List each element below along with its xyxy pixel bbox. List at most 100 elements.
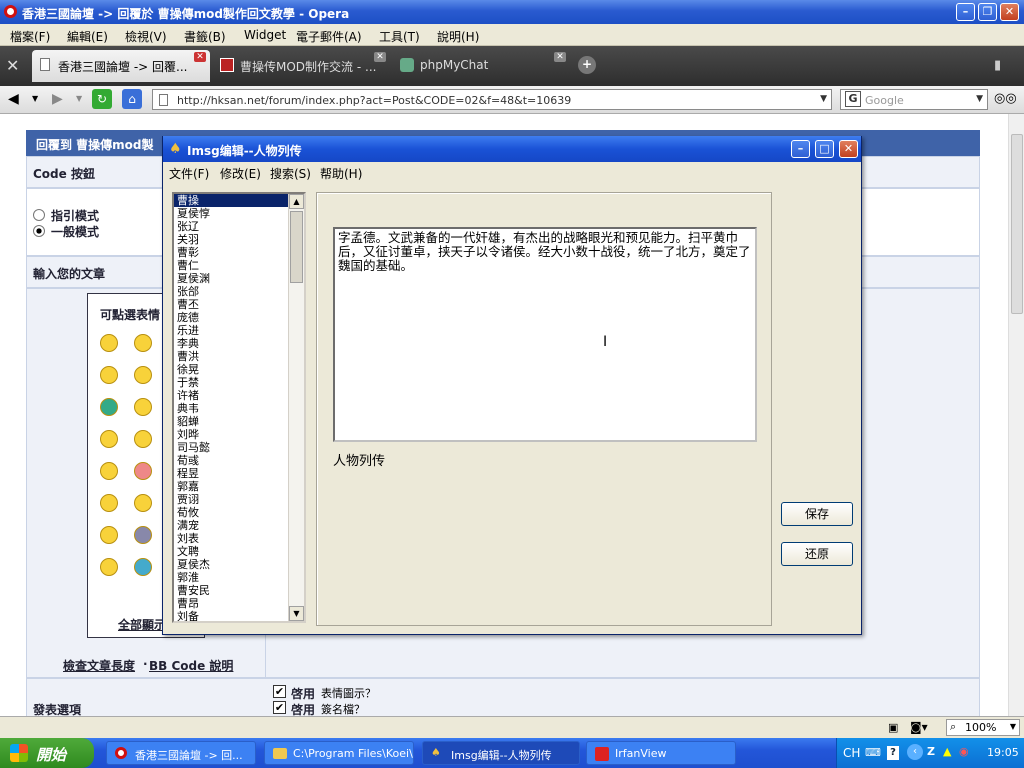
smile-icon[interactable] bbox=[134, 366, 152, 384]
tab-phpmychat[interactable]: phpMyChat ✕ bbox=[392, 50, 570, 82]
forward-history-icon[interactable]: ▼ bbox=[76, 94, 82, 103]
radio-normal[interactable] bbox=[33, 225, 45, 237]
page-scrollbar[interactable] bbox=[1008, 114, 1024, 716]
smile-icon[interactable] bbox=[134, 494, 152, 512]
grin-icon[interactable] bbox=[100, 398, 118, 416]
cold-icon[interactable] bbox=[134, 526, 152, 544]
trash-icon[interactable]: ▮ bbox=[994, 58, 1001, 73]
dialog-menu-file[interactable]: 文件(F) bbox=[169, 165, 209, 182]
dialog-close-button[interactable]: ✕ bbox=[839, 140, 858, 158]
biography-textarea[interactable]: 字孟德。文武兼备的一代奸雄，有杰出的战略眼光和预见能力。扫平黄巾后，又征讨董卓，… bbox=[333, 227, 757, 442]
character-list-item[interactable]: 曹洪 bbox=[174, 350, 304, 363]
restore-button-dialog[interactable]: 还原 bbox=[781, 542, 853, 566]
smile-icon[interactable] bbox=[100, 526, 118, 544]
mixer-icon[interactable]: ◉ bbox=[959, 745, 969, 758]
smile-icon[interactable] bbox=[100, 462, 118, 480]
character-list[interactable]: 曹操 夏侯惇 张辽 关羽 曹彰 曹仁 夏侯渊 张郃 曹丕 庞德 乐进 李典 曹洪 徐晃 于禁 许褚 典韦 貂蝉 刘晔… bbox=[172, 192, 306, 623]
help-icon[interactable]: ? bbox=[887, 746, 899, 760]
character-list-item[interactable]: 典韦 bbox=[174, 402, 304, 415]
close-button[interactable]: ✕ bbox=[1000, 3, 1019, 21]
character-list-item[interactable]: 刘表 bbox=[174, 532, 304, 545]
character-list-item[interactable]: 庞德 bbox=[174, 311, 304, 324]
task-opera[interactable]: 香港三國論壇 -> 回... bbox=[106, 741, 256, 765]
dialog-menu-help[interactable]: 帮助(H) bbox=[320, 165, 362, 182]
scroll-up-icon[interactable]: ▲ bbox=[289, 194, 304, 209]
character-list-item[interactable]: 荀彧 bbox=[174, 454, 304, 467]
character-list-item[interactable]: 曹操 bbox=[174, 194, 304, 207]
menu-help[interactable]: 說明(H) bbox=[437, 28, 479, 45]
minimize-button[interactable]: – bbox=[956, 3, 975, 21]
scroll-thumb[interactable] bbox=[1011, 134, 1023, 314]
network-icon[interactable]: ▲ bbox=[943, 745, 951, 758]
scroll-down-icon[interactable]: ▼ bbox=[289, 606, 304, 621]
tab-close-icon[interactable]: ✕ bbox=[554, 52, 566, 62]
task-irfanview[interactable]: IrfanView bbox=[586, 741, 736, 765]
smile-icon[interactable] bbox=[100, 334, 118, 352]
wave-icon[interactable] bbox=[100, 558, 118, 576]
smile-icon[interactable] bbox=[134, 398, 152, 416]
character-list-item[interactable]: 郭嘉 bbox=[174, 480, 304, 493]
character-list-item[interactable]: 张郃 bbox=[174, 285, 304, 298]
show-all-link[interactable]: 全部顯示 bbox=[118, 616, 166, 633]
character-list-item[interactable]: 文聘 bbox=[174, 545, 304, 558]
character-list-item[interactable]: 张辽 bbox=[174, 220, 304, 233]
emoticons-checkbox[interactable]: ✔ bbox=[273, 685, 286, 698]
list-scrollbar[interactable]: ▲ ▼ bbox=[288, 194, 304, 621]
smile-icon[interactable] bbox=[100, 430, 118, 448]
start-button[interactable]: 開始 bbox=[0, 738, 94, 768]
panel-icon[interactable]: ▣ bbox=[888, 721, 898, 734]
menu-bookmarks[interactable]: 書籤(B) bbox=[184, 28, 226, 45]
menu-widget[interactable]: Widget bbox=[244, 28, 286, 42]
zone-alarm-icon[interactable]: Z bbox=[927, 745, 935, 758]
character-list-item[interactable]: 曹丕 bbox=[174, 298, 304, 311]
character-list-item[interactable]: 贾诩 bbox=[174, 493, 304, 506]
signature-checkbox[interactable]: ✔ bbox=[273, 701, 286, 714]
menu-view[interactable]: 檢視(V) bbox=[125, 28, 167, 45]
dialog-menu-edit[interactable]: 修改(E) bbox=[220, 165, 261, 182]
character-list-item[interactable]: 关羽 bbox=[174, 233, 304, 246]
menu-file[interactable]: 檔案(F) bbox=[10, 28, 50, 45]
restore-button[interactable]: ❐ bbox=[978, 3, 997, 21]
character-list-item[interactable]: 徐晃 bbox=[174, 363, 304, 376]
angry-icon[interactable] bbox=[134, 462, 152, 480]
character-list-item[interactable]: 程昱 bbox=[174, 467, 304, 480]
radio-guided[interactable] bbox=[33, 209, 45, 221]
character-list-item[interactable]: 满宠 bbox=[174, 519, 304, 532]
character-list-item[interactable]: 曹昂 bbox=[174, 597, 304, 610]
back-history-icon[interactable]: ▼ bbox=[32, 94, 38, 103]
task-explorer[interactable]: C:\Program Files\Koei\... bbox=[264, 741, 414, 765]
address-dropdown-icon[interactable]: ▼ bbox=[820, 94, 827, 104]
back-icon[interactable]: ◀ bbox=[8, 91, 19, 107]
character-list-item[interactable]: 郭淮 bbox=[174, 571, 304, 584]
search-field[interactable]: G Google ▼ bbox=[840, 89, 988, 110]
character-list-item[interactable]: 乐进 bbox=[174, 324, 304, 337]
tab-close-icon[interactable]: ✕ bbox=[194, 52, 206, 62]
menu-edit[interactable]: 編輯(E) bbox=[67, 28, 108, 45]
character-list-item[interactable]: 曹安民 bbox=[174, 584, 304, 597]
zoom-selector[interactable]: ⌕ 100% ▼ bbox=[946, 719, 1020, 736]
character-list-item[interactable]: 李典 bbox=[174, 337, 304, 350]
new-tab-icon[interactable]: + bbox=[578, 56, 596, 74]
menu-mail[interactable]: 電子郵件(A) bbox=[296, 28, 362, 45]
dialog-menu-search[interactable]: 搜索(S) bbox=[270, 165, 311, 182]
character-list-item[interactable]: 貂蝉 bbox=[174, 415, 304, 428]
character-list-item[interactable]: 刘备 bbox=[174, 610, 304, 621]
character-list-item[interactable]: 刘晔 bbox=[174, 428, 304, 441]
ime-indicator[interactable]: CH bbox=[843, 746, 860, 760]
glasses-icon[interactable]: ◎◎ bbox=[994, 91, 1017, 106]
tab-close-icon[interactable]: ✕ bbox=[374, 52, 386, 62]
menu-tools[interactable]: 工具(T) bbox=[379, 28, 420, 45]
forward-icon[interactable]: ▶ bbox=[52, 91, 63, 107]
character-list-item[interactable]: 曹彰 bbox=[174, 246, 304, 259]
character-list-item[interactable]: 曹仁 bbox=[174, 259, 304, 272]
character-list-item[interactable]: 夏侯惇 bbox=[174, 207, 304, 220]
search-dropdown-icon[interactable]: ▼ bbox=[976, 94, 983, 104]
character-list-item[interactable]: 司马懿 bbox=[174, 441, 304, 454]
tab-forum-reply[interactable]: 香港三國論壇 -> 回覆... ✕ bbox=[32, 50, 210, 82]
tray-arrow-icon[interactable]: ‹ bbox=[907, 744, 923, 760]
list-scroll-thumb[interactable] bbox=[290, 211, 303, 283]
character-list-item[interactable]: 夏侯渊 bbox=[174, 272, 304, 285]
bbcode-help-link[interactable]: BB Code 說明 bbox=[149, 657, 233, 674]
keyboard-icon[interactable]: ⌨ bbox=[865, 746, 881, 759]
tools-icon[interactable]: ✕ bbox=[6, 56, 19, 75]
